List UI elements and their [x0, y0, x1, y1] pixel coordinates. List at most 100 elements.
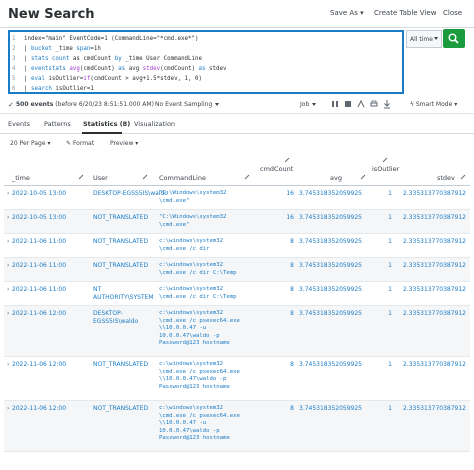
cell-isoutlier[interactable]: 1 [376, 190, 392, 198]
cell-commandline[interactable]: c:\windows\system32 \cmd.exe /c psexec64.… [159, 405, 240, 443]
event-sampling-dropdown[interactable]: No Event Sampling [155, 101, 220, 108]
cell-isoutlier[interactable]: 1 [376, 361, 392, 369]
column-header-commandline[interactable]: CommandLine [159, 174, 206, 182]
chevron-right-icon[interactable]: › [7, 214, 9, 221]
tab-visualization[interactable]: Visualization [134, 120, 175, 128]
cell-avg[interactable]: 3.745318352059925 [296, 262, 362, 270]
cell-avg[interactable]: 3.745318352059925 [296, 190, 362, 198]
column-header-isoutlier[interactable]: isOutlier [372, 165, 399, 173]
column-header-stdev[interactable]: stdev [437, 174, 455, 182]
search-submit-button[interactable] [443, 29, 465, 48]
cell-stdev[interactable]: 2.335313770387912 [398, 310, 466, 318]
cell-avg[interactable]: 3.745318352059925 [296, 361, 362, 369]
chevron-right-icon[interactable]: › [7, 286, 9, 293]
cell-commandline[interactable]: c:\windows\system32 \cmd.exe /c psexec64.… [159, 310, 240, 348]
download-icon[interactable] [382, 99, 392, 109]
cell-stdev[interactable]: 2.335313770387912 [398, 286, 466, 294]
cell-stdev[interactable]: 2.335313770387912 [398, 238, 466, 246]
cell-avg[interactable]: 3.745318352059925 [296, 310, 362, 318]
pencil-icon[interactable] [284, 157, 290, 163]
cell-avg[interactable]: 3.745318352059925 [296, 286, 362, 294]
per-page-dropdown[interactable]: 20 Per Page ▾ [10, 140, 50, 147]
cell-cmdcount[interactable]: 8 [254, 262, 294, 270]
query-line[interactable]: 3 | stats count as cmdCount by _time User… [12, 54, 226, 64]
table-row[interactable]: › 2022-11-06 12:00 NOT_TRANSLATED c:\window… [4, 357, 470, 401]
create-table-view-button[interactable]: Create Table View [374, 9, 436, 17]
job-menu[interactable]: Job [300, 101, 317, 108]
cell-user[interactable]: DESKTOP-EGSS5IS\waldo [93, 190, 168, 198]
pencil-icon[interactable] [360, 174, 366, 180]
column-header-time[interactable]: _time [12, 174, 30, 182]
column-header-cmdcount[interactable]: cmdCount [260, 165, 293, 173]
cell-isoutlier[interactable]: 1 [376, 238, 392, 246]
chevron-right-icon[interactable]: › [7, 405, 9, 412]
stop-icon[interactable] [343, 99, 353, 109]
cell-time[interactable]: 2022-11-06 11:00 [12, 286, 66, 294]
cell-isoutlier[interactable]: 1 [376, 262, 392, 270]
preview-dropdown[interactable]: Preview ▾ [110, 140, 138, 147]
cell-avg[interactable]: 3.745318352059925 [296, 214, 362, 222]
cell-time[interactable]: 2022-11-06 11:00 [12, 262, 66, 270]
table-row[interactable]: › 2022-10-05 13:00 DESKTOP-EGSS5IS\waldo "C… [4, 186, 470, 210]
search-query-editor[interactable]: 1 index="main" EventCode=1 (CommandLine="… [8, 30, 404, 94]
query-line[interactable]: 4 | eventstats avg(cmdCount) as avg stdev… [12, 64, 226, 74]
time-range-picker[interactable]: All time [406, 30, 442, 48]
chevron-right-icon[interactable]: › [7, 238, 9, 245]
chevron-right-icon[interactable]: › [7, 190, 9, 197]
query-line[interactable]: 5 | eval isOutlier=if(cmdCount > avg+1.5*… [12, 74, 226, 84]
query-lines[interactable]: 1 index="main" EventCode=1 (CommandLine="… [12, 34, 226, 94]
search-mode-dropdown[interactable]: ϟ Smart Mode ▾ [410, 101, 457, 108]
cell-user[interactable]: NOT_TRANSLATED [93, 262, 148, 270]
chevron-right-icon[interactable]: › [7, 310, 9, 317]
pencil-icon[interactable] [244, 174, 250, 180]
chevron-right-icon[interactable]: › [7, 361, 9, 368]
cell-commandline[interactable]: c:\windows\system32 \cmd.exe /c dir [159, 238, 223, 253]
cell-commandline[interactable]: c:\windows\system32 \cmd.exe /c dir C:\Te… [159, 286, 236, 301]
chevron-right-icon[interactable]: › [7, 262, 9, 269]
pencil-icon[interactable] [78, 174, 84, 180]
cell-stdev[interactable]: 2.335313770387912 [398, 214, 466, 222]
cell-isoutlier[interactable]: 1 [376, 214, 392, 222]
cell-commandline[interactable]: c:\windows\system32 \cmd.exe /c psexec64.… [159, 361, 240, 391]
cell-isoutlier[interactable]: 1 [376, 310, 392, 318]
cell-user[interactable]: DESKTOP-EGSS5IS\waldo [93, 310, 138, 325]
table-row[interactable]: › 2022-11-06 12:00 DESKTOP- EGSS5IS\waldo c:… [4, 306, 470, 357]
pencil-icon[interactable] [382, 157, 388, 163]
save-as-button[interactable]: Save As ▾ [330, 9, 364, 17]
cell-time[interactable]: 2022-10-05 13:00 [12, 190, 66, 198]
table-row[interactable]: › 2022-11-06 11:00 NOT_TRANSLATED c:\window… [4, 234, 470, 258]
cell-cmdcount[interactable]: 8 [254, 238, 294, 246]
table-row[interactable]: › 2022-10-05 13:00 NOT_TRANSLATED "C:\Windo… [4, 210, 470, 234]
pause-icon[interactable] [330, 99, 340, 109]
cell-commandline[interactable]: "C:\Windows\system32 \cmd.exe" [159, 190, 226, 205]
cell-isoutlier[interactable]: 1 [376, 286, 392, 294]
table-row[interactable]: › 2022-11-06 11:00 NT AUTHORITY\SYSTEM c:\wi… [4, 282, 470, 306]
cell-cmdcount[interactable]: 16 [254, 190, 294, 198]
cell-cmdcount[interactable]: 8 [254, 310, 294, 318]
cell-cmdcount[interactable]: 8 [254, 405, 294, 413]
cell-time[interactable]: 2022-11-06 11:00 [12, 238, 66, 246]
tab-statistics[interactable]: Statistics (8) [83, 120, 130, 128]
table-row[interactable]: › 2022-11-06 12:00 NOT_TRANSLATED c:\window… [4, 401, 470, 452]
cell-time[interactable]: 2022-10-05 13:00 [12, 214, 66, 222]
cell-time[interactable]: 2022-11-06 12:00 [12, 361, 66, 369]
cell-time[interactable]: 2022-11-06 12:00 [12, 310, 66, 318]
cell-user[interactable]: NOT_TRANSLATED [93, 405, 148, 413]
cell-avg[interactable]: 3.745318352059925 [296, 405, 362, 413]
column-header-user[interactable]: User [93, 174, 108, 182]
print-icon[interactable] [369, 99, 379, 109]
tab-patterns[interactable]: Patterns [44, 120, 71, 128]
query-line[interactable]: 1 index="main" EventCode=1 (CommandLine="… [12, 34, 226, 44]
cell-cmdcount[interactable]: 8 [254, 286, 294, 294]
share-icon[interactable] [356, 99, 366, 109]
cell-stdev[interactable]: 2.335313770387912 [398, 361, 466, 369]
cell-cmdcount[interactable]: 16 [254, 214, 294, 222]
cell-time[interactable]: 2022-11-06 12:00 [12, 405, 66, 413]
query-line[interactable]: 6 | search isOutlier=1 [12, 84, 226, 94]
close-button[interactable]: Close [443, 9, 462, 17]
cell-commandline[interactable]: c:\windows\system32 \cmd.exe /c dir C:\Te… [159, 262, 236, 277]
format-dropdown[interactable]: ✎ Format [66, 140, 94, 147]
cell-stdev[interactable]: 2.335313770387912 [398, 262, 466, 270]
cell-isoutlier[interactable]: 1 [376, 405, 392, 413]
cell-user[interactable]: NOT_TRANSLATED [93, 238, 148, 246]
